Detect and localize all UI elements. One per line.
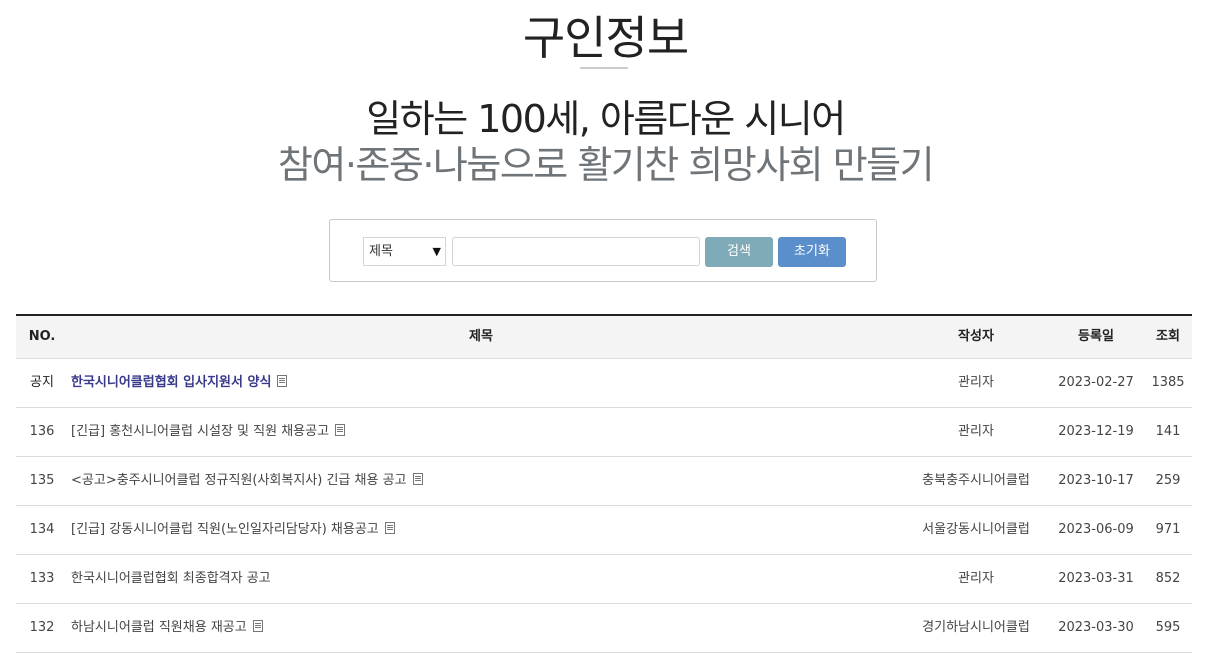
search-button[interactable]: 검색 [705, 237, 773, 267]
attachment-icon [384, 522, 395, 534]
dropdown-arrow-icon: ▼ [432, 245, 441, 258]
row-title-text[interactable]: <공고>충주시니어클럽 정규직원(사회복지사) 긴급 채용 공고 [71, 473, 407, 488]
slogan-line-2: 참여·존중·나눔으로 활기찬 희망사회 만들기 [277, 143, 935, 187]
row-title-link[interactable]: 한국시니어클럽협회 최종합격자 공고 [71, 555, 271, 603]
row-date: 2023-10-17 [1058, 473, 1134, 488]
row-views: 1385 [1151, 375, 1185, 390]
table-row[interactable]: 공지 한국시니어클럽협회 입사지원서 양식 관리자 2023-02-27 1385 [16, 359, 1192, 408]
table-row[interactable]: 135 <공고>충주시니어클럽 정규직원(사회복지사) 긴급 채용 공고 충북충주시… [16, 457, 1192, 506]
search-field-select[interactable]: 제목 ▼ [363, 237, 446, 266]
attachment-icon [252, 620, 263, 632]
header-date: 등록일 [1078, 329, 1114, 344]
row-writer: 관리자 [958, 571, 994, 586]
row-title-link[interactable]: [긴급] 강동시니어클럽 직원(노인일자리담당자) 채용공고 [71, 506, 395, 554]
header-no: NO. [28, 329, 56, 344]
row-views: 852 [1155, 571, 1181, 586]
row-date: 2023-06-09 [1058, 522, 1134, 537]
table-header: NO. 제목 작성자 등록일 조회 [16, 316, 1192, 359]
row-title-text[interactable]: [긴급] 홍천시니어클럽 시설장 및 직원 채용공고 [71, 424, 329, 439]
row-title-link[interactable]: [긴급] 홍천시니어클럽 시설장 및 직원 채용공고 [71, 408, 346, 456]
page-title: 구인정보 [522, 11, 689, 65]
row-writer: 서울강동시니어클럽 [922, 522, 1030, 537]
row-date: 2023-03-30 [1058, 620, 1134, 635]
row-views: 259 [1155, 473, 1181, 488]
table-row[interactable]: 136 [긴급] 홍천시니어클럽 시설장 및 직원 채용공고 관리자 2023-12-… [16, 408, 1192, 457]
table-row[interactable]: 133 한국시니어클럽협회 최종합격자 공고 관리자 2023-03-31 852 [16, 555, 1192, 604]
row-title-text[interactable]: [긴급] 강동시니어클럽 직원(노인일자리담당자) 채용공고 [71, 522, 379, 537]
search-box: 제목 ▼ 검색 초기화 [329, 219, 877, 282]
row-views: 595 [1155, 620, 1181, 635]
job-board-table: NO. 제목 작성자 등록일 조회 공지 한국시니어클럽협회 입사지원서 양식 관리… [16, 314, 1192, 653]
search-input[interactable] [452, 237, 700, 266]
row-title-text[interactable]: 한국시니어클럽협회 최종합격자 공고 [71, 571, 271, 586]
row-date: 2023-03-31 [1058, 571, 1134, 586]
header-views: 조회 [1156, 329, 1180, 344]
search-field-select-value: 제목 [369, 244, 393, 259]
row-title-link[interactable]: <공고>충주시니어클럽 정규직원(사회복지사) 긴급 채용 공고 [71, 457, 423, 505]
row-writer: 충북충주시니어클럽 [922, 473, 1030, 488]
reset-button[interactable]: 초기화 [778, 237, 846, 267]
attachment-icon [335, 424, 346, 436]
row-no: 134 [29, 522, 55, 537]
table-row[interactable]: 134 [긴급] 강동시니어클럽 직원(노인일자리담당자) 채용공고 서울강동시니어… [16, 506, 1192, 555]
row-title-link[interactable]: 한국시니어클럽협회 입사지원서 양식 [71, 359, 288, 407]
attachment-icon [277, 375, 288, 387]
row-no: 135 [29, 473, 55, 488]
row-writer: 경기하남시니어클럽 [922, 620, 1030, 635]
header-title: 제목 [469, 329, 493, 344]
table-row[interactable]: 132 하남시니어클럽 직원채용 재공고 경기하남시니어클럽 2023-03-30 59… [16, 604, 1192, 653]
row-title-text[interactable]: 한국시니어클럽협회 입사지원서 양식 [71, 375, 271, 390]
attachment-icon [412, 473, 423, 485]
row-no: 공지 [30, 375, 54, 390]
row-writer: 관리자 [958, 424, 994, 439]
row-views: 141 [1155, 424, 1181, 439]
row-title-text[interactable]: 하남시니어클럽 직원채용 재공고 [71, 620, 247, 635]
row-no: 132 [29, 620, 55, 635]
row-title-link[interactable]: 하남시니어클럽 직원채용 재공고 [71, 604, 263, 652]
row-views: 971 [1155, 522, 1181, 537]
row-no: 133 [29, 571, 55, 586]
row-date: 2023-12-19 [1058, 424, 1134, 439]
title-divider [580, 67, 628, 69]
header-writer: 작성자 [958, 329, 994, 344]
row-date: 2023-02-27 [1058, 375, 1134, 390]
row-writer: 관리자 [958, 375, 994, 390]
row-no: 136 [29, 424, 55, 439]
